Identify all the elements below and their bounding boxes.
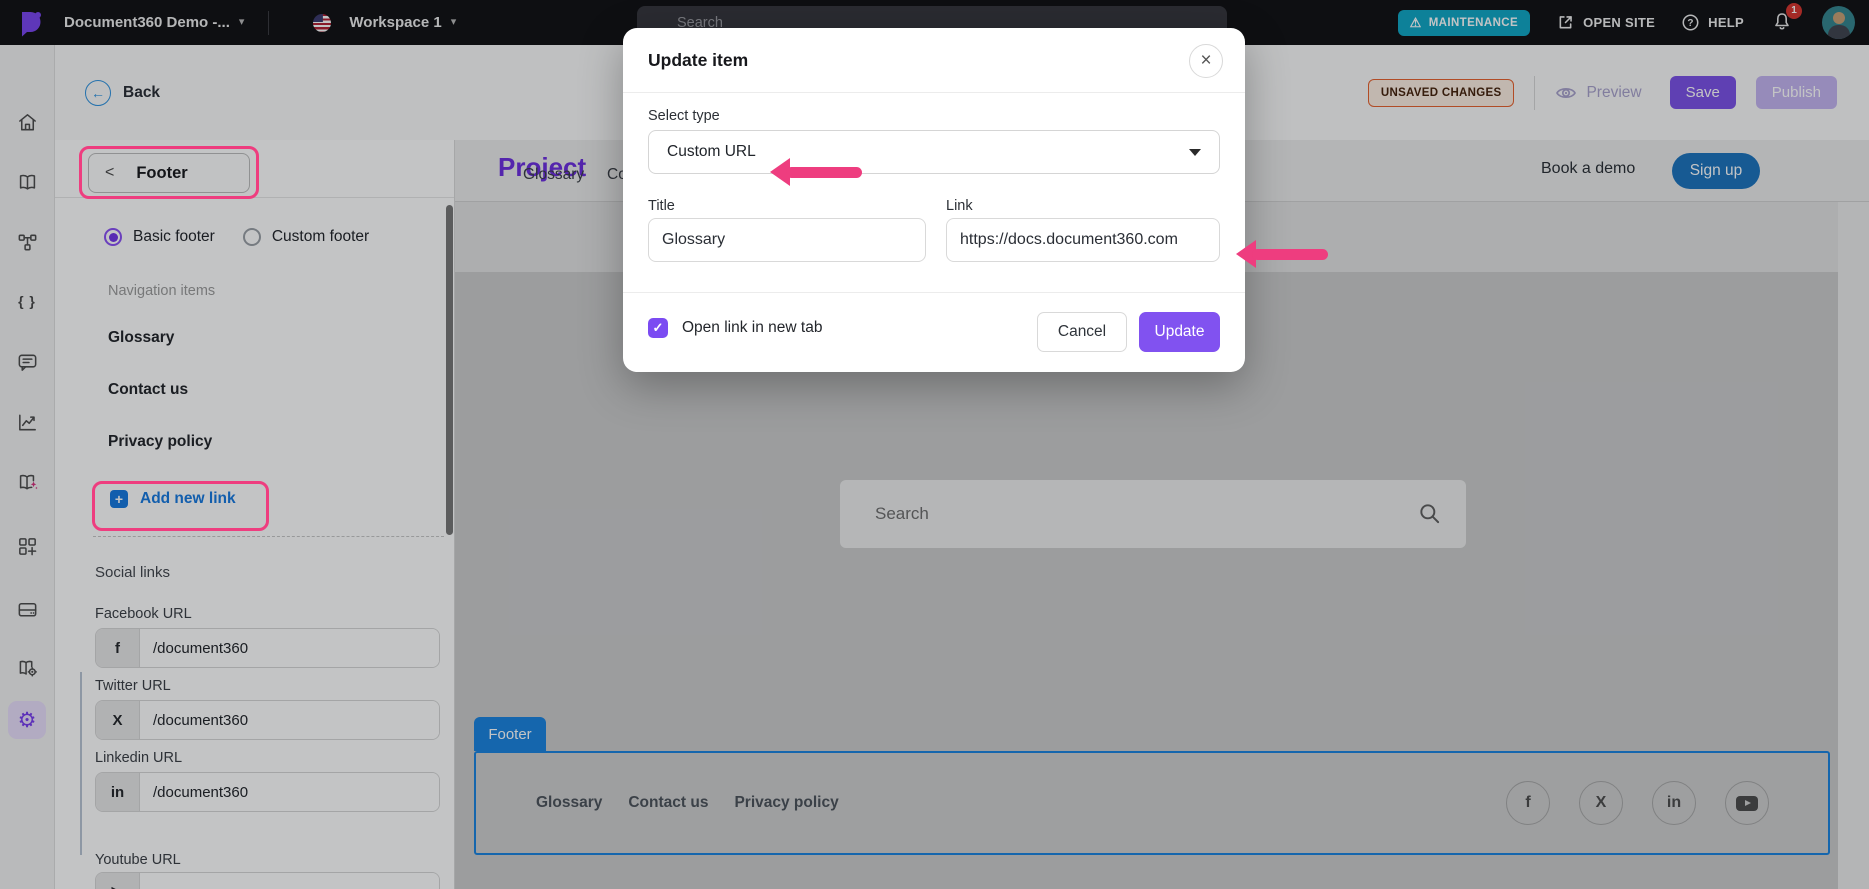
app: Document360 Demo -... ▾ Workspace 1 ▾ ⚠ … <box>0 0 1869 889</box>
update-item-modal: Update item × Select type Custom URL Tit… <box>623 28 1245 372</box>
close-icon[interactable]: × <box>1189 44 1223 78</box>
chevron-down-icon <box>1189 148 1201 156</box>
title-label: Title <box>648 198 675 214</box>
modal-divider-bottom <box>623 292 1245 293</box>
checkbox-checked-icon[interactable]: ✓ <box>648 318 668 338</box>
cancel-button[interactable]: Cancel <box>1037 312 1127 352</box>
select-type-value: Custom URL <box>667 143 756 160</box>
modal-title: Update item <box>648 50 749 70</box>
select-type-dropdown[interactable]: Custom URL <box>648 130 1220 174</box>
title-input[interactable] <box>648 218 926 262</box>
link-label: Link <box>946 198 973 214</box>
open-new-tab-row: ✓ Open link in new tab <box>648 318 822 338</box>
link-input[interactable] <box>946 218 1220 262</box>
modal-divider-top <box>623 92 1245 93</box>
select-type-label: Select type <box>648 108 720 124</box>
open-new-tab-label: Open link in new tab <box>682 319 823 336</box>
update-button[interactable]: Update <box>1139 312 1220 352</box>
